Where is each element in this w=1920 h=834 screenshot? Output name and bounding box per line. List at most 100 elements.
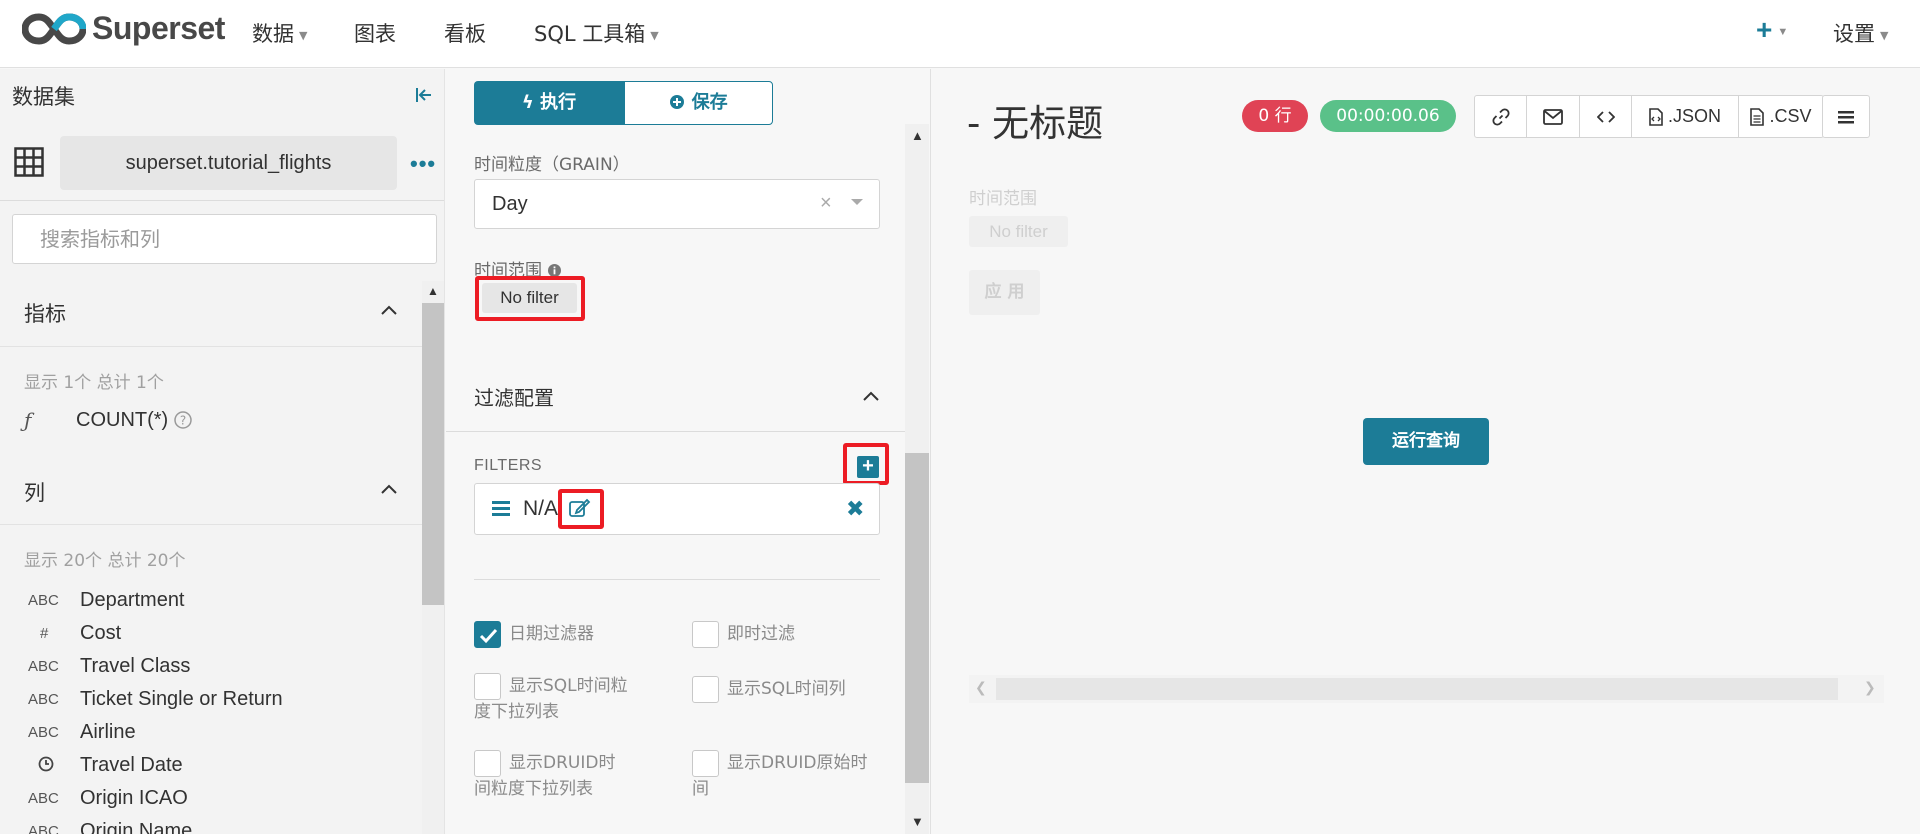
- embed-code-button[interactable]: [1580, 96, 1632, 137]
- mail-icon: [1543, 108, 1563, 125]
- chart-title[interactable]: - 无标题: [967, 93, 1103, 147]
- divider: [446, 431, 905, 432]
- checkbox-checked[interactable]: [474, 621, 501, 648]
- export-json-button[interactable]: .JSON: [1632, 96, 1739, 137]
- scroll-right-icon[interactable]: ❯: [1864, 679, 1876, 696]
- share-link-button[interactable]: [1475, 96, 1527, 137]
- columns-section-title[interactable]: 列: [24, 477, 45, 507]
- superset-logo-icon: [22, 12, 86, 45]
- metric-item[interactable]: ƒ COUNT(*) ?: [24, 408, 193, 432]
- instant-filter-checkbox[interactable]: 即时过滤: [692, 621, 907, 648]
- column-item[interactable]: Travel Date: [28, 754, 183, 777]
- filter-item-label: N/A: [523, 497, 559, 520]
- run-query-button[interactable]: 运行查询: [1363, 418, 1489, 465]
- show-druid-raw-time-label: 显示DRUID原始时间: [692, 753, 868, 799]
- scrollbar-thumb[interactable]: [422, 303, 444, 605]
- plus-circle-icon: [670, 95, 685, 109]
- divider: [474, 579, 880, 580]
- superset-logo[interactable]: Superset: [22, 10, 225, 47]
- chevron-up-icon[interactable]: [380, 482, 398, 500]
- scroll-up-icon[interactable]: ▲: [911, 128, 924, 143]
- save-button[interactable]: 保存: [624, 81, 773, 125]
- time-grain-select[interactable]: Day ×: [474, 179, 880, 229]
- show-druid-raw-time-checkbox[interactable]: 显示DRUID原始时间: [692, 750, 877, 802]
- column-item[interactable]: ABC Travel Class: [28, 655, 190, 678]
- metrics-section-title[interactable]: 指标: [24, 298, 66, 328]
- column-name: Department: [80, 589, 185, 611]
- checkbox-unchecked[interactable]: [692, 676, 719, 703]
- filter-box-time-range: No filter: [969, 216, 1068, 247]
- collapse-panel-icon[interactable]: [414, 85, 434, 110]
- show-sql-grain-checkbox[interactable]: 显示SQL时间粒度下拉列表: [474, 673, 632, 725]
- file-code-icon: [1649, 107, 1663, 126]
- nav-data-menu[interactable]: 数据 ▼: [252, 18, 307, 48]
- more-actions-button[interactable]: [1822, 95, 1870, 138]
- scrollbar-thumb[interactable]: [996, 678, 1838, 700]
- column-name: Airline: [80, 721, 136, 743]
- help-icon[interactable]: ?: [173, 410, 193, 430]
- settings-menu[interactable]: 设置 ▼: [1833, 18, 1888, 48]
- filter-item[interactable]: N/A ✖: [474, 483, 880, 535]
- date-filter-checkbox[interactable]: 日期过滤器: [474, 621, 689, 648]
- remove-filter-icon[interactable]: ✖: [846, 496, 864, 522]
- scroll-left-icon[interactable]: ❮: [975, 679, 987, 696]
- scrollbar-thumb[interactable]: [905, 453, 929, 783]
- query-time-badge: 00:00:00.06: [1320, 100, 1456, 132]
- chevron-up-icon[interactable]: [380, 303, 398, 321]
- column-item[interactable]: ABC Ticket Single or Return: [28, 688, 283, 711]
- column-item[interactable]: ABC Airline: [28, 721, 136, 744]
- email-button[interactable]: [1527, 96, 1580, 137]
- column-item[interactable]: ABC Origin ICAO: [28, 787, 188, 810]
- column-name: Ticket Single or Return: [80, 688, 283, 710]
- filter-config-title[interactable]: 过滤配置: [474, 382, 554, 411]
- time-grain-value: Day: [492, 193, 528, 215]
- column-item[interactable]: ABC Department: [28, 589, 185, 612]
- metrics-columns-search-input[interactable]: 搜索指标和列: [12, 214, 437, 264]
- show-druid-grain-checkbox[interactable]: 显示DRUID时间粒度下拉列表: [474, 750, 632, 802]
- chart-toolbar: .JSON .CSV: [1474, 95, 1824, 138]
- highlight-box: [843, 443, 889, 485]
- code-icon: [1596, 110, 1615, 123]
- scroll-up-icon[interactable]: ▲: [427, 284, 439, 298]
- divider: [0, 346, 422, 347]
- row-count-badge: 0 行: [1242, 100, 1308, 132]
- nav-sql-label: SQL 工具箱: [534, 22, 646, 46]
- control-panel-scrollbar[interactable]: ▲ ▼: [905, 124, 929, 834]
- datasource-scrollbar[interactable]: ▲: [422, 281, 444, 834]
- string-type-icon: ABC: [28, 658, 59, 675]
- instant-filter-label: 即时过滤: [727, 624, 795, 644]
- drag-handle-icon[interactable]: [492, 499, 510, 517]
- nav-dashboards[interactable]: 看板: [444, 18, 486, 48]
- run-button[interactable]: ϟ 执行: [474, 81, 624, 125]
- show-sql-column-label: 显示SQL时间列: [727, 679, 846, 699]
- column-name: Travel Class: [80, 655, 191, 677]
- chart-panel: - 无标题 0 行 00:00:00.06 .JSON .CSV 时间范围 No…: [930, 69, 1920, 834]
- svg-text:?: ?: [180, 414, 186, 428]
- column-item[interactable]: ABC Origin Name: [28, 820, 192, 834]
- checkbox-unchecked[interactable]: [692, 621, 719, 648]
- datasource-name[interactable]: superset.tutorial_flights: [60, 136, 397, 190]
- chart-horizontal-scrollbar[interactable]: ❮ ❯: [969, 675, 1884, 703]
- link-icon: [1491, 107, 1510, 126]
- dataset-table-icon: [14, 147, 44, 182]
- string-type-icon: ABC: [28, 724, 59, 741]
- datasource-title: 数据集: [12, 85, 75, 109]
- string-type-icon: ABC: [28, 592, 59, 609]
- show-druid-grain-label: 显示DRUID时间粒度下拉列表: [474, 753, 616, 799]
- clear-icon[interactable]: ×: [820, 192, 832, 215]
- chevron-up-icon[interactable]: [862, 389, 880, 407]
- scroll-down-icon[interactable]: ▼: [911, 814, 924, 829]
- numeric-type-icon: #: [40, 625, 49, 642]
- settings-label: 设置: [1833, 22, 1875, 46]
- column-item[interactable]: # Cost: [28, 622, 121, 645]
- nav-charts[interactable]: 图表: [354, 18, 396, 48]
- show-sql-column-checkbox[interactable]: 显示SQL时间列: [692, 676, 907, 703]
- caret-down-icon[interactable]: [850, 197, 864, 207]
- nav-sql-menu[interactable]: SQL 工具箱 ▼: [534, 18, 659, 48]
- column-name: Travel Date: [80, 754, 183, 776]
- hamburger-icon: [1838, 110, 1854, 123]
- more-options-icon[interactable]: •••: [410, 151, 436, 177]
- plus-icon: +: [1756, 14, 1773, 45]
- export-csv-button[interactable]: .CSV: [1739, 96, 1823, 137]
- new-item-menu[interactable]: + ▼: [1756, 14, 1788, 46]
